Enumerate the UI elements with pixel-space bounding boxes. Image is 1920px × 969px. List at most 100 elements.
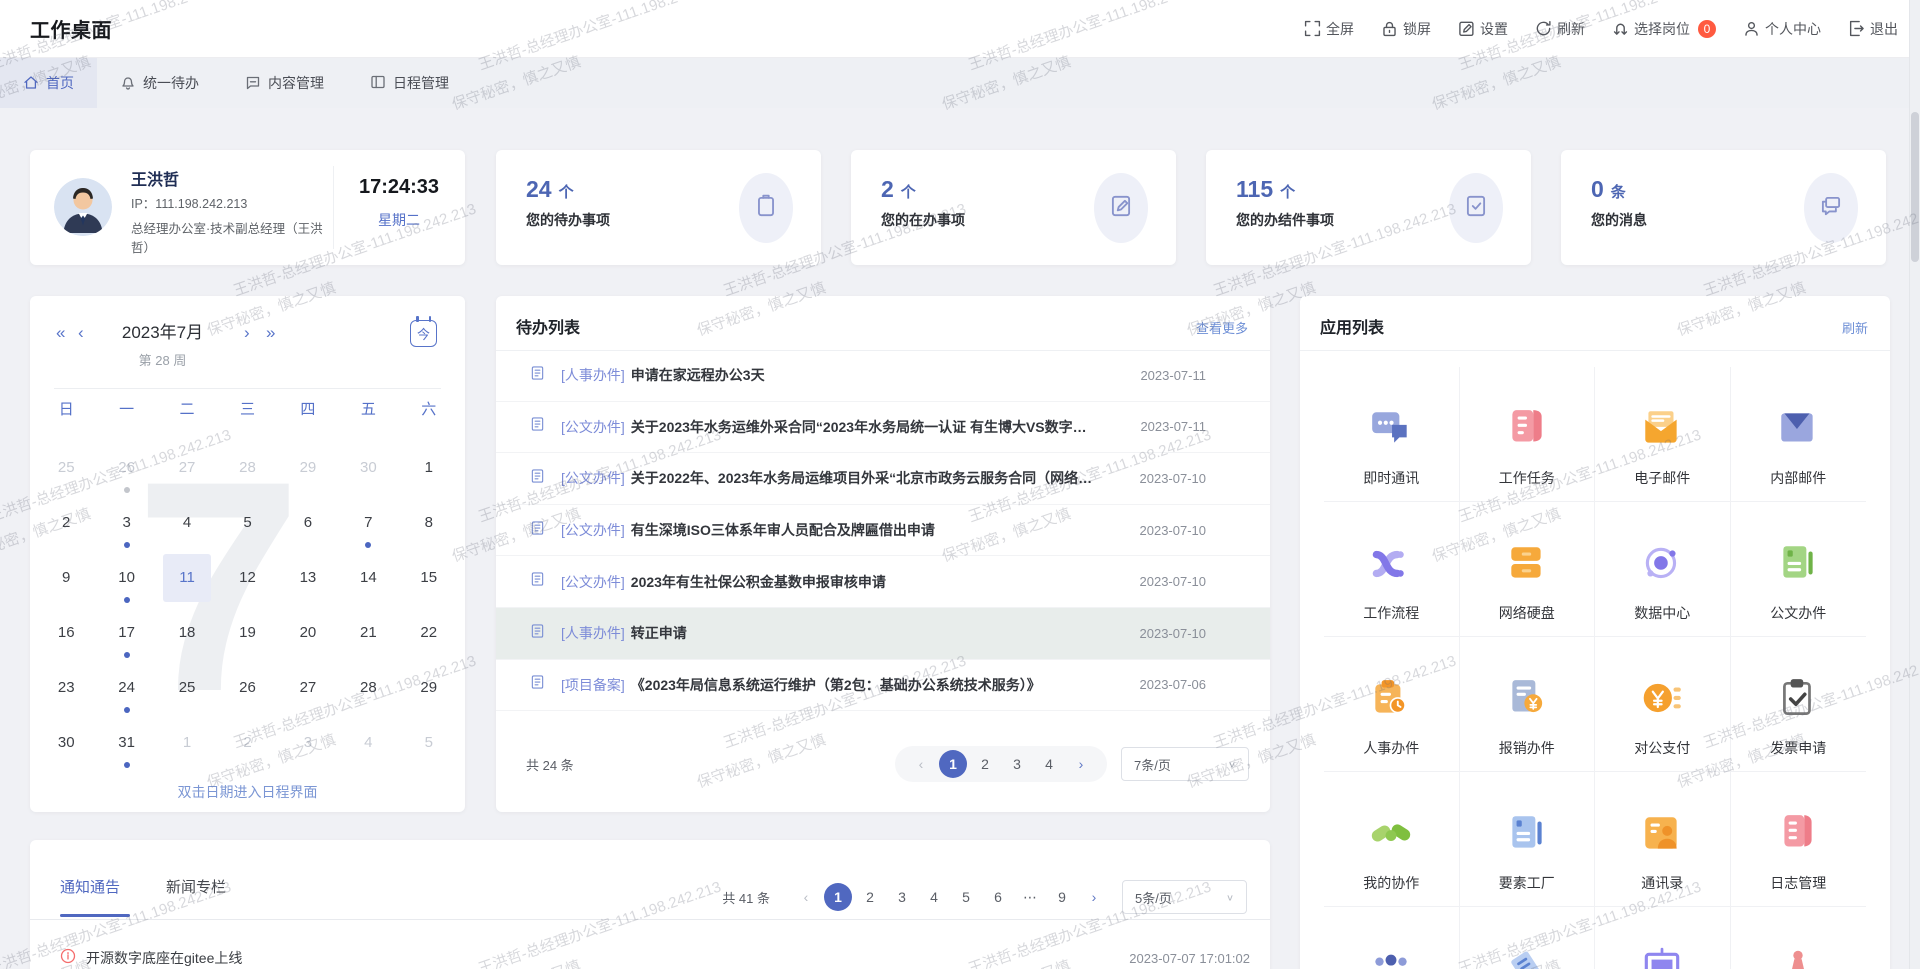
calendar-day[interactable]: 17 <box>96 605 156 660</box>
todo-item[interactable]: [公文办件]关于2022年、2023年水务局运维项目外采“北京市政务云服务合同（… <box>496 453 1270 505</box>
tab-home[interactable]: 首页 <box>0 58 97 108</box>
app-internal-mail[interactable]: 内部邮件 <box>1731 367 1867 502</box>
calendar-day[interactable]: 1 <box>399 440 459 495</box>
next-year-button[interactable]: » <box>266 320 275 346</box>
prev-page-button[interactable]: ‹ <box>792 883 820 911</box>
calendar-day[interactable]: 28 <box>217 440 277 495</box>
calendar-footer-link[interactable]: 双击日期进入日程界面 <box>30 782 465 802</box>
todo-category[interactable]: [人事办件] <box>561 623 625 643</box>
calendar-day[interactable]: 23 <box>36 660 96 715</box>
calendar-day[interactable]: 27 <box>157 440 217 495</box>
todo-item[interactable]: [公文办件]2023年有生社保公积金基数申报审核申请2023-07-10 <box>496 556 1270 608</box>
page-button-4[interactable]: 4 <box>920 883 948 911</box>
calendar-day[interactable]: 30 <box>36 715 96 770</box>
calendar-day[interactable]: 29 <box>399 660 459 715</box>
calendar-day[interactable]: 15 <box>399 550 459 605</box>
calendar-day[interactable]: 7 <box>338 495 398 550</box>
topbar-action-refresh[interactable]: 刷新 <box>1535 19 1585 39</box>
todo-category[interactable]: [项目备案] <box>561 675 625 695</box>
calendar-day[interactable]: 25 <box>157 660 217 715</box>
calendar-day[interactable]: 26 <box>96 440 156 495</box>
prev-page-button[interactable]: ‹ <box>907 750 935 778</box>
todo-item[interactable]: [项目备案]《2023年局信息系统运行维护（第2包：基础办公系统技术服务）》20… <box>496 660 1270 712</box>
calendar-day[interactable]: 22 <box>399 605 459 660</box>
calendar-day[interactable]: 1 <box>157 715 217 770</box>
calendar-day[interactable]: 31 <box>96 715 156 770</box>
todo-category[interactable]: [公文办件] <box>561 572 625 592</box>
notice-tab-notice[interactable]: 通知通告 <box>60 876 120 917</box>
calendar-day[interactable]: 5 <box>217 495 277 550</box>
topbar-action-lock-screen[interactable]: 锁屏 <box>1381 19 1431 39</box>
scrollbar-thumb[interactable] <box>1911 112 1919 262</box>
app-email[interactable]: 电子邮件 <box>1595 367 1731 502</box>
topbar-action-fullscreen[interactable]: 全屏 <box>1304 19 1354 39</box>
app-workflow[interactable]: 工作流程 <box>1324 502 1460 637</box>
calendar-day[interactable]: 9 <box>36 550 96 605</box>
calendar-day[interactable]: 4 <box>157 495 217 550</box>
app-official-doc[interactable]: 公文办件 <box>1731 502 1867 637</box>
app-board[interactable] <box>1595 907 1731 969</box>
calendar-day[interactable]: 10 <box>96 550 156 605</box>
page-button-3[interactable]: 3 <box>888 883 916 911</box>
today-icon[interactable]: 今 <box>410 320 437 347</box>
calendar-day[interactable]: 5 <box>399 715 459 770</box>
tab-unified-todo[interactable]: 统一待办 <box>97 58 222 108</box>
calendar-day[interactable]: 12 <box>217 550 277 605</box>
next-page-button[interactable]: › <box>1067 750 1095 778</box>
calendar-day[interactable]: 24 <box>96 660 156 715</box>
todo-category[interactable]: [人事办件] <box>561 365 625 385</box>
stat-card-message-count[interactable]: 0条您的消息 <box>1561 150 1886 265</box>
topbar-action-logout[interactable]: 退出 <box>1848 19 1898 39</box>
notice-item[interactable]: 开源数字底座在gitee上线2023-07-07 17:01:02 <box>60 936 1250 969</box>
calendar-day[interactable]: 14 <box>338 550 398 605</box>
stat-card-done-count[interactable]: 115个您的办结件事项 <box>1206 150 1531 265</box>
calendar-day[interactable]: 2 <box>36 495 96 550</box>
page-button-4[interactable]: 4 <box>1035 750 1063 778</box>
next-month-button[interactable]: › <box>244 320 250 346</box>
page-scrollbar[interactable] <box>1909 0 1920 969</box>
calendar-day[interactable]: 3 <box>96 495 156 550</box>
apps-refresh-link[interactable]: 刷新 <box>1842 318 1868 337</box>
stat-card-todo-count[interactable]: 24个您的待办事项 <box>496 150 821 265</box>
calendar-day[interactable]: 27 <box>278 660 338 715</box>
app-org-people[interactable] <box>1324 907 1460 969</box>
app-contacts[interactable]: 通讯录 <box>1595 772 1731 907</box>
calendar-day[interactable]: 28 <box>338 660 398 715</box>
app-factor-factory[interactable]: 要素工厂 <box>1460 772 1596 907</box>
app-receipt[interactable] <box>1460 907 1596 969</box>
calendar-day[interactable]: 26 <box>217 660 277 715</box>
app-reimburse[interactable]: 报销办件 <box>1460 637 1596 772</box>
todo-page-size-select[interactable]: 7条/页 ∨ <box>1121 747 1249 781</box>
app-collaboration[interactable]: 我的协作 <box>1324 772 1460 907</box>
view-more-link[interactable]: 查看更多 <box>1196 318 1248 337</box>
topbar-action-settings[interactable]: 设置 <box>1458 19 1508 39</box>
app-work-task[interactable]: 工作任务 <box>1460 367 1596 502</box>
calendar-day[interactable]: 6 <box>278 495 338 550</box>
tab-schedule-mgmt[interactable]: 日程管理 <box>347 58 472 108</box>
calendar-day[interactable]: 29 <box>278 440 338 495</box>
notice-tab-news[interactable]: 新闻专栏 <box>166 876 226 917</box>
todo-item[interactable]: [人事办件]申请在家远程办公3天2023-07-11 <box>496 350 1270 402</box>
todo-item[interactable]: [公文办件]关于2023年水务运维外采合同“2023年水务局统一认证 有生博大V… <box>496 402 1270 454</box>
page-button-9[interactable]: 9 <box>1048 883 1076 911</box>
calendar-day[interactable]: 21 <box>338 605 398 660</box>
tab-content-mgmt[interactable]: 内容管理 <box>222 58 347 108</box>
topbar-action-profile[interactable]: 个人中心 <box>1743 19 1821 39</box>
calendar-day[interactable]: 16 <box>36 605 96 660</box>
todo-category[interactable]: [公文办件] <box>561 520 625 540</box>
app-invoice[interactable]: 发票申请 <box>1731 637 1867 772</box>
calendar-day[interactable]: 2 <box>217 715 277 770</box>
stat-card-doing-count[interactable]: 2个您的在办事项 <box>851 150 1176 265</box>
page-ellipsis[interactable]: ⋯ <box>1016 883 1044 911</box>
todo-category[interactable]: [公文办件] <box>561 417 625 437</box>
next-page-button[interactable]: › <box>1080 883 1108 911</box>
app-log-mgmt[interactable]: 日志管理 <box>1731 772 1867 907</box>
calendar-day[interactable]: 19 <box>217 605 277 660</box>
todo-category[interactable]: [公文办件] <box>561 468 625 488</box>
todo-item[interactable]: [公文办件]有生深境ISO三体系年审人员配合及牌匾借出申请2023-07-10 <box>496 505 1270 557</box>
calendar-day[interactable]: 8 <box>399 495 459 550</box>
calendar-day[interactable]: 20 <box>278 605 338 660</box>
app-network-disk[interactable]: 网络硬盘 <box>1460 502 1596 637</box>
app-corporate-pay[interactable]: 对公支付 <box>1595 637 1731 772</box>
page-button-5[interactable]: 5 <box>952 883 980 911</box>
